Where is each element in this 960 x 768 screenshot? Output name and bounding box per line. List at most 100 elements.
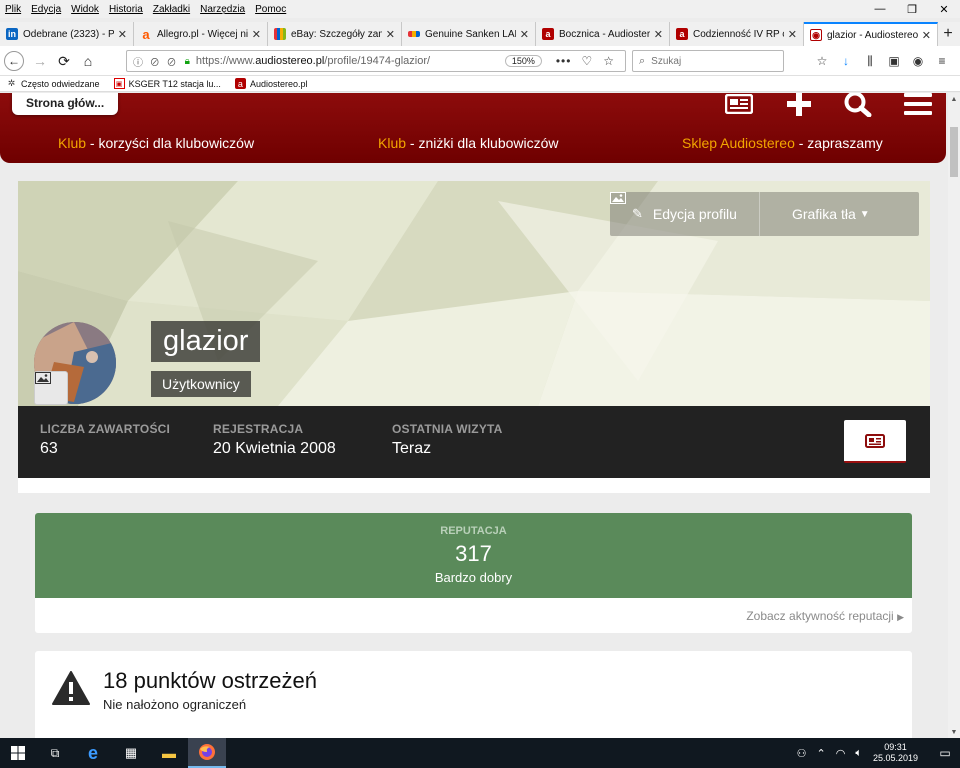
calculator-icon[interactable]: ▦ bbox=[112, 738, 150, 768]
library-icon[interactable]: ⫼ bbox=[858, 51, 882, 71]
menu-plik[interactable]: Plik bbox=[0, 4, 26, 15]
tab-glazior[interactable]: ◉ glazior - Audiostereo.p ✕ bbox=[804, 22, 938, 46]
menu-narzedzia[interactable]: Narzędzia bbox=[195, 4, 250, 15]
home-breadcrumb[interactable]: Strona głów... bbox=[12, 93, 119, 115]
close-tab-icon[interactable]: ✕ bbox=[788, 28, 797, 41]
close-tab-icon[interactable]: ✕ bbox=[252, 28, 261, 41]
tab-ebay[interactable]: eBay: Szczegóły zamó ✕ bbox=[268, 22, 402, 46]
home-icon[interactable]: ⌂ bbox=[78, 51, 98, 71]
scroll-down-icon[interactable]: ▼ bbox=[948, 726, 960, 738]
scroll-up-icon[interactable]: ▲ bbox=[948, 93, 960, 105]
promo-klub-korzysci[interactable]: Klub - korzyści dla klubowiczów bbox=[58, 135, 254, 151]
news-icon[interactable] bbox=[724, 93, 754, 115]
bookmark-czesto[interactable]: ✲ Często odwiedzane bbox=[6, 78, 100, 89]
menu-historia[interactable]: Historia bbox=[104, 4, 148, 15]
file-explorer-icon[interactable]: ▬ bbox=[150, 738, 188, 768]
new-tab-icon[interactable]: + bbox=[938, 22, 958, 46]
tab-odebrane[interactable]: in Odebrane (2323) - Po ✕ bbox=[0, 22, 134, 46]
hamburger-menu-icon[interactable]: ≡ bbox=[930, 51, 954, 71]
reputation-link-label: Zobacz aktywność reputacji bbox=[746, 609, 894, 623]
close-tab-icon[interactable]: ✕ bbox=[386, 28, 395, 41]
search-input[interactable] bbox=[651, 55, 772, 67]
url-bar[interactable]: ⓘ ⊘ ⊘ 🔒︎ https://www.audiostereo.pl/prof… bbox=[126, 50, 626, 72]
close-window-icon[interactable]: ✕ bbox=[928, 0, 960, 18]
account-icon[interactable]: ◉ bbox=[906, 51, 930, 71]
pocket-icon[interactable]: ♡ bbox=[581, 54, 593, 68]
edge-icon[interactable]: e bbox=[74, 738, 112, 768]
nav-bar: ← → ⟳ ⌂ ⓘ ⊘ ⊘ 🔒︎ https://www.audiostereo… bbox=[0, 46, 960, 76]
promo-highlight: Klub bbox=[58, 135, 87, 151]
audiostereo-icon: a bbox=[542, 28, 554, 40]
promo-sklep[interactable]: Sklep Audiostereo - zapraszamy bbox=[682, 135, 883, 151]
toolbar-icons: ☆ ↓ ⫼ ▣ ◉ ≡ bbox=[810, 51, 954, 71]
sidebar-icon[interactable]: ▣ bbox=[882, 51, 906, 71]
home-label: Strona głów... bbox=[26, 96, 105, 110]
caret-right-icon: ▶ bbox=[897, 612, 904, 622]
tab-bocznica[interactable]: a Bocznica - Audiostere ✕ bbox=[536, 22, 670, 46]
bookmark-audiostereo[interactable]: a Audiostereo.pl bbox=[234, 78, 308, 89]
bookmark-label: Często odwiedzane bbox=[21, 78, 100, 89]
back-icon[interactable]: ← bbox=[4, 51, 24, 71]
plus-icon[interactable] bbox=[784, 93, 814, 116]
stat-label: OSTATNIA WIZYTA bbox=[392, 422, 503, 436]
reputation-value: 317 bbox=[455, 541, 492, 566]
bookmark-label: Audiostereo.pl bbox=[249, 78, 308, 89]
windows-start-icon[interactable] bbox=[0, 738, 36, 768]
profile-group: Użytkownicy bbox=[151, 371, 251, 397]
download-icon[interactable]: ↓ bbox=[834, 51, 858, 71]
volume-icon[interactable]: 🔈︎ bbox=[855, 747, 862, 760]
close-tab-icon[interactable]: ✕ bbox=[654, 28, 663, 41]
tab-title: Odebrane (2323) - Po bbox=[23, 28, 114, 40]
edit-profile-button[interactable]: ✎ Edycja profilu bbox=[610, 192, 759, 236]
bookmark-star-icon[interactable]: ☆ bbox=[603, 54, 615, 68]
minimize-icon[interactable]: — bbox=[864, 0, 896, 18]
menu-pomoc[interactable]: Pomoc bbox=[250, 4, 291, 15]
cover-image-button[interactable]: Grafika tła ▼ bbox=[610, 192, 892, 236]
close-tab-icon[interactable]: ✕ bbox=[922, 29, 931, 42]
people-icon[interactable]: ⚇ bbox=[797, 747, 807, 760]
site-info-icon[interactable]: ⓘ ⊘ ⊘ bbox=[133, 54, 179, 69]
tab-sanken[interactable]: Genuine Sanken LAP1 ✕ bbox=[402, 22, 536, 46]
tab-title: Bocznica - Audiostere bbox=[559, 28, 650, 40]
tray-chevron-icon[interactable]: ⌃ bbox=[817, 747, 826, 760]
zoom-indicator[interactable]: 150% bbox=[504, 55, 542, 67]
search-icon[interactable] bbox=[843, 93, 873, 117]
stat-content-count: LICZBA ZAWARTOŚCI 63 bbox=[40, 422, 170, 458]
bookmark-manager-icon[interactable]: ☆ bbox=[810, 51, 834, 71]
tab-title: glazior - Audiostereo.p bbox=[827, 29, 918, 41]
tab-title: Genuine Sanken LAP1 bbox=[425, 28, 516, 40]
page-scrollbar[interactable]: ▲ ▼ bbox=[948, 93, 960, 738]
close-tab-icon[interactable]: ✕ bbox=[118, 28, 127, 41]
menu-widok[interactable]: Widok bbox=[66, 4, 104, 15]
image-icon bbox=[35, 372, 51, 384]
tab-allegro[interactable]: a Allegro.pl - Więcej niż ✕ bbox=[134, 22, 268, 46]
promo-klub-znizki[interactable]: Klub - zniżki dla klubowiczów bbox=[378, 135, 559, 151]
restore-icon[interactable]: ❐ bbox=[896, 0, 928, 18]
firefox-icon[interactable] bbox=[188, 738, 226, 768]
tab-strip: in Odebrane (2323) - Po ✕ a Allegro.pl -… bbox=[0, 22, 960, 46]
page-actions-icon[interactable]: ••• bbox=[556, 54, 572, 68]
clock[interactable]: 09:31 25.05.2019 bbox=[873, 742, 918, 764]
menu-zakladki[interactable]: Zakładki bbox=[148, 4, 195, 15]
tab-codziennosc[interactable]: a Codzienność IV RP czy ✕ bbox=[670, 22, 804, 46]
search-bar[interactable]: ⌕ bbox=[632, 50, 784, 72]
bookmark-ksger[interactable]: ▣ KSGER T12 stacja lu... bbox=[113, 78, 221, 89]
stat-value: 20 Kwietnia 2008 bbox=[213, 440, 336, 457]
url-text[interactable]: https://www.audiostereo.pl/profile/19474… bbox=[196, 55, 505, 67]
notifications-icon[interactable]: ▭ bbox=[930, 738, 960, 768]
network-icon[interactable]: ◠ bbox=[836, 747, 846, 760]
reputation-activity-link[interactable]: Zobacz aktywność reputacji ▶ bbox=[746, 609, 904, 623]
reputation-summary: REPUTACJA 317 Bardzo dobry bbox=[35, 513, 912, 598]
change-avatar-button[interactable] bbox=[35, 372, 67, 404]
scroll-thumb[interactable] bbox=[950, 127, 958, 177]
task-view-icon[interactable]: ⧉ bbox=[36, 738, 74, 768]
hamburger-icon[interactable] bbox=[903, 93, 933, 115]
close-tab-icon[interactable]: ✕ bbox=[520, 28, 529, 41]
activity-button[interactable] bbox=[844, 420, 906, 463]
pencil-icon: ✎ bbox=[632, 206, 643, 221]
menu-edycja[interactable]: Edycja bbox=[26, 4, 66, 15]
promo-highlight: Klub bbox=[378, 135, 407, 151]
reload-icon[interactable]: ⟳ bbox=[54, 51, 74, 71]
forward-icon[interactable]: → bbox=[30, 51, 50, 71]
clock-time: 09:31 bbox=[884, 742, 907, 752]
